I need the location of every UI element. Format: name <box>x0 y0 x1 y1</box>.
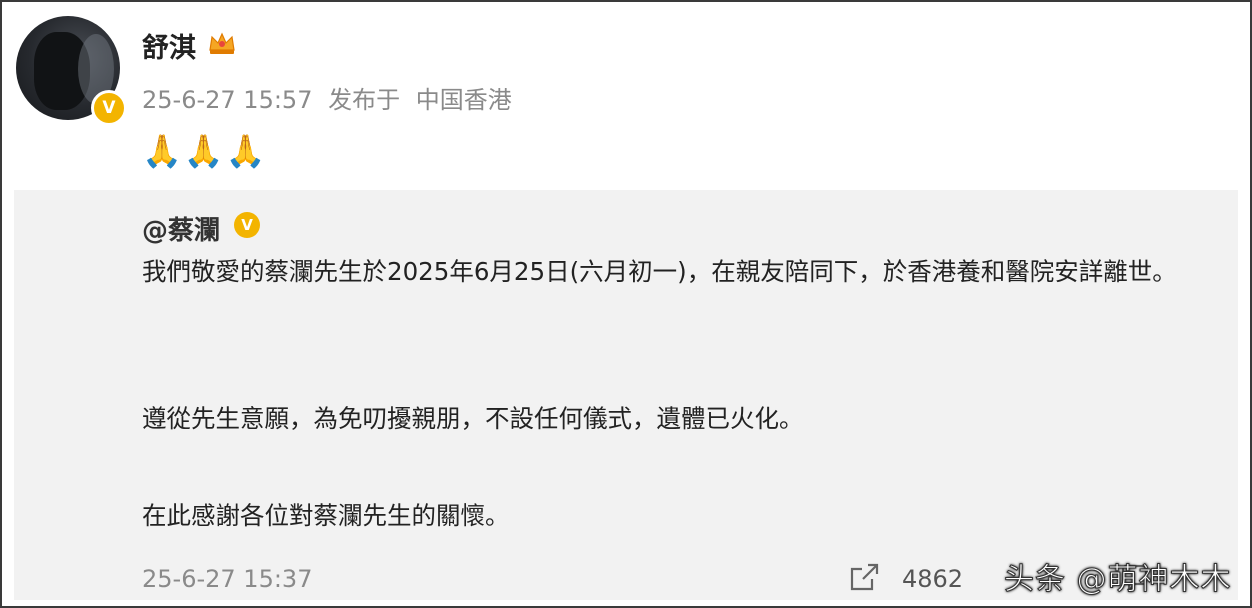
post-author-name[interactable]: 舒淇 <box>142 26 196 65</box>
verified-badge-icon: V <box>91 90 127 126</box>
post-meta: 25-6-27 15:57 发布于 中国香港 <box>142 80 520 115</box>
post-timestamp[interactable]: 25-6-27 15:57 <box>142 86 312 114</box>
weibo-post-card: V 舒淇 25-6-27 15:57 发布于 中国香港 🙏🙏🙏 @蔡瀾 V 我們… <box>0 0 1252 608</box>
original-timestamp[interactable]: 25-6-27 15:37 <box>142 565 312 593</box>
share-count: 4862 <box>902 565 964 593</box>
post-location: 中国香港 <box>415 86 512 114</box>
location-prefix: 发布于 <box>328 86 401 114</box>
reposted-weibo[interactable]: @蔡瀾 V 我們敬愛的蔡瀾先生於2025年6月25日(六月初一)，在親友陪同下，… <box>14 190 1238 600</box>
original-verified-badge-icon: V <box>234 212 260 238</box>
original-author-name[interactable]: @蔡瀾 <box>142 210 220 247</box>
post-content: 🙏🙏🙏 <box>142 132 268 170</box>
repost-paragraph: 在此感謝各位對蔡瀾先生的關懷。 <box>142 501 510 530</box>
share-icon[interactable] <box>848 562 880 592</box>
repost-paragraph: 我們敬愛的蔡瀾先生於2025年6月25日(六月初一)，在親友陪同下，於香港養和醫… <box>142 257 1177 286</box>
watermark: 头条 @萌神木木 <box>1004 562 1232 598</box>
repost-paragraph: 遵從先生意願，為免叨擾親朋，不設任何儀式，遺體已火化。 <box>142 404 804 433</box>
member-crown-icon <box>209 32 235 54</box>
